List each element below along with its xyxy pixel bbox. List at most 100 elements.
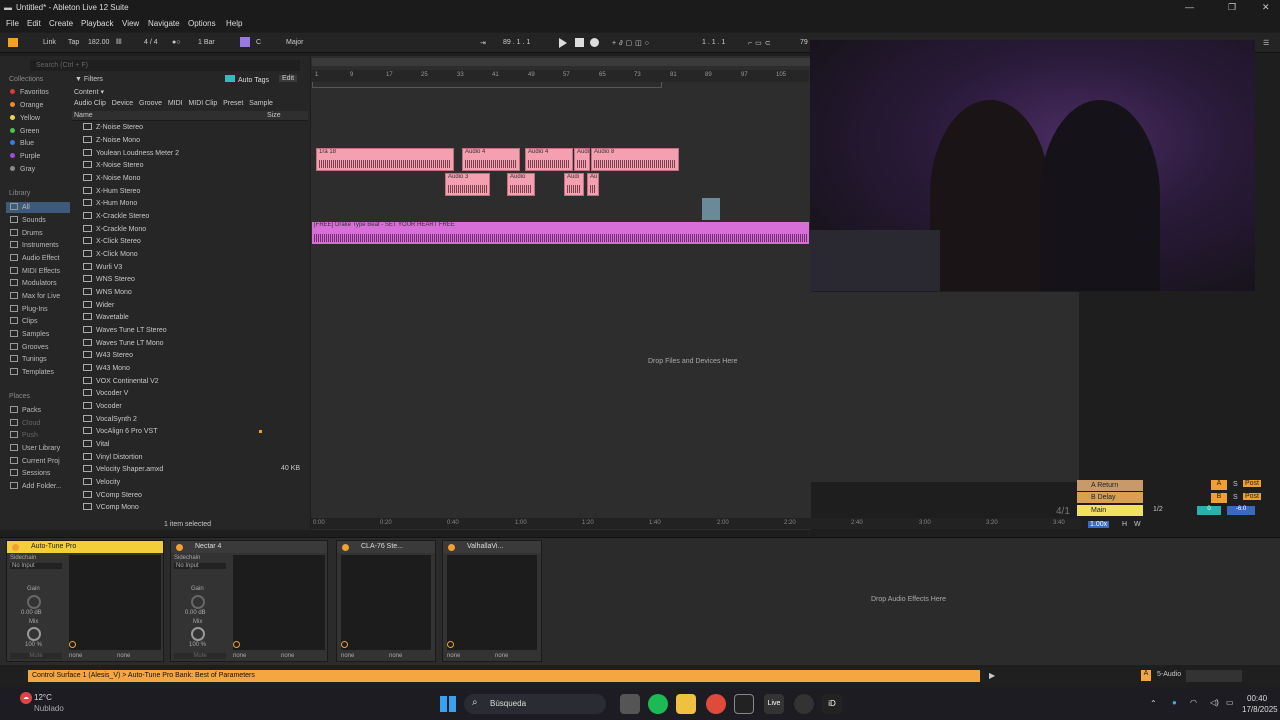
return-a[interactable]: A Return bbox=[1077, 480, 1143, 491]
list-item[interactable]: X-Noise Stereo bbox=[83, 161, 143, 169]
collection-purple[interactable]: Purple bbox=[10, 153, 40, 160]
device-title-bar[interactable]: ValhallaVi... bbox=[443, 541, 541, 553]
mix-value[interactable]: 100 % bbox=[189, 642, 206, 648]
arrangement-view[interactable] bbox=[311, 56, 811, 530]
library-instruments[interactable]: Instruments bbox=[10, 241, 59, 249]
place-add-folder[interactable]: Add Folder... bbox=[10, 482, 62, 490]
tab-midi-clip[interactable]: MIDI Clip bbox=[188, 100, 217, 107]
gain-knob-icon[interactable] bbox=[27, 595, 41, 609]
collection-orange[interactable]: Orange bbox=[10, 102, 43, 109]
edit-button[interactable]: Edit bbox=[279, 75, 298, 82]
device-title-bar[interactable]: CLA-76 Ste... bbox=[337, 541, 435, 553]
file-explorer-icon[interactable] bbox=[676, 694, 696, 714]
search-input[interactable]: Search (Ctrl + F) bbox=[30, 60, 300, 71]
power-icon[interactable] bbox=[342, 544, 349, 551]
place-sessions[interactable]: Sessions bbox=[10, 469, 50, 477]
id-app-icon[interactable]: iD bbox=[822, 694, 842, 714]
device-autotune[interactable]: Auto-Tune Pro Sidechain No Input Gain 0.… bbox=[6, 540, 164, 662]
macro-icon[interactable] bbox=[341, 641, 348, 648]
library-sounds[interactable]: Sounds bbox=[10, 216, 46, 224]
weather-icon[interactable]: ☁ bbox=[20, 692, 32, 704]
menu-navigate[interactable]: Navigate bbox=[148, 19, 180, 28]
power-icon[interactable] bbox=[448, 544, 455, 551]
power-icon[interactable] bbox=[12, 544, 19, 551]
library-audio-effect[interactable]: Audio Effect bbox=[10, 254, 60, 262]
library-all[interactable]: All bbox=[10, 203, 30, 211]
tab-audio-clip[interactable]: Audio Clip bbox=[74, 100, 106, 107]
taskbar-search-input[interactable]: ⌕ Búsqueda bbox=[464, 694, 606, 714]
device-cla76[interactable]: CLA-76 Ste... none none bbox=[336, 540, 436, 662]
collection-green[interactable]: Green bbox=[10, 128, 39, 135]
play-icon[interactable] bbox=[559, 38, 567, 48]
audio-clip[interactable]: Audio 4 bbox=[525, 148, 573, 171]
device-nectar[interactable]: Nectar 4 Sidechain No Input Gain 0.00 dB… bbox=[170, 540, 328, 662]
place-cloud[interactable]: Cloud bbox=[10, 419, 40, 427]
zoom-value[interactable]: 1.00x bbox=[1088, 521, 1110, 528]
library-clips[interactable]: Clips bbox=[10, 317, 38, 325]
clock-time[interactable]: 00:40 bbox=[1247, 694, 1267, 703]
list-item[interactable]: X-Click Stereo bbox=[83, 237, 141, 245]
metronome-icon[interactable]: ‖‖ bbox=[116, 39, 122, 46]
macro-icon[interactable] bbox=[69, 641, 76, 648]
tab-sample[interactable]: Sample bbox=[249, 100, 273, 107]
selection-region[interactable] bbox=[702, 198, 720, 220]
menu-view[interactable]: View bbox=[122, 19, 139, 28]
audio-clip[interactable]: Au bbox=[587, 173, 599, 196]
sidechain-input-select[interactable]: No Input bbox=[174, 563, 226, 569]
scale-select[interactable]: Major bbox=[286, 39, 304, 46]
solo-a-button[interactable]: S bbox=[1233, 481, 1238, 488]
audio-clip-drake[interactable]: [FREE] Drake Type Beat - SET YOUR HEART … bbox=[312, 222, 809, 244]
list-item[interactable]: X-Crackle Mono bbox=[83, 225, 146, 233]
place-packs[interactable]: Packs bbox=[10, 406, 41, 414]
wifi-icon[interactable]: ◠ bbox=[1190, 698, 1197, 707]
audio-clip[interactable]: Audio 3 bbox=[445, 173, 490, 196]
list-item[interactable]: Vocoder bbox=[83, 402, 122, 410]
chain-select-2[interactable]: none bbox=[117, 653, 130, 659]
list-item[interactable]: Wavetable bbox=[83, 313, 129, 321]
main-ratio[interactable]: 1/2 bbox=[1153, 506, 1163, 513]
macro-icon[interactable] bbox=[447, 641, 454, 648]
list-item[interactable]: Vital bbox=[83, 440, 110, 448]
return-b-letter[interactable]: B bbox=[1211, 493, 1227, 503]
loop-start-field[interactable]: 1 . 1 . 1 bbox=[702, 39, 725, 46]
mix-value[interactable]: 100 % bbox=[25, 642, 42, 648]
collection-gray[interactable]: Gray bbox=[10, 166, 35, 173]
menu-file[interactable]: File bbox=[6, 19, 19, 28]
loop-brace[interactable] bbox=[312, 82, 662, 88]
maximize-button[interactable]: ❐ bbox=[1228, 2, 1236, 13]
library-plugins[interactable]: Plug-Ins bbox=[10, 305, 48, 313]
mute-button[interactable]: Mute bbox=[174, 653, 226, 659]
list-item[interactable]: X-Hum Stereo bbox=[83, 187, 140, 195]
list-item[interactable]: VOX Continental V2 bbox=[83, 377, 159, 385]
menu-edit[interactable]: Edit bbox=[27, 19, 41, 28]
main-value[interactable]: 0 bbox=[1197, 506, 1221, 515]
tab-groove[interactable]: Groove bbox=[139, 100, 162, 107]
chain-select-2[interactable]: none bbox=[281, 653, 294, 659]
audio-clip[interactable]: Audi bbox=[574, 148, 590, 171]
library-samples[interactable]: Samples bbox=[10, 330, 49, 338]
mic-icon[interactable]: ● bbox=[1172, 698, 1177, 707]
meter-field[interactable]: 4 / 4 bbox=[144, 39, 158, 46]
audio-clip[interactable]: Audio bbox=[507, 173, 535, 196]
menu-help[interactable]: Help bbox=[226, 19, 242, 28]
main-track[interactable]: Main bbox=[1077, 505, 1143, 516]
volume-icon[interactable]: ◁) bbox=[1210, 698, 1219, 707]
audio-clip[interactable]: 1ra 18 bbox=[316, 148, 454, 171]
main-db[interactable]: -6.0 bbox=[1227, 506, 1255, 515]
list-item[interactable]: VocalSynth 2 bbox=[83, 415, 137, 423]
list-item[interactable]: W43 Mono bbox=[83, 364, 130, 372]
quantize-select[interactable]: 1 Bar bbox=[198, 39, 215, 46]
chain-select-1[interactable]: none bbox=[447, 653, 460, 659]
arrangement-view-lower[interactable] bbox=[809, 292, 1079, 482]
list-item[interactable]: Vocoder V bbox=[83, 389, 128, 397]
time-ruler[interactable]: 0:00 0:20 0:40 1:00 1:20 1:40 2:00 2:20 … bbox=[311, 518, 1081, 529]
tray-chevron-icon[interactable]: ⌃ bbox=[1150, 699, 1157, 708]
arrangement-position[interactable]: 89 . 1 . 1 bbox=[503, 39, 530, 46]
list-item[interactable]: Wider bbox=[83, 301, 114, 309]
list-item[interactable]: Wurli V3 bbox=[83, 263, 122, 271]
tab-device[interactable]: Device bbox=[112, 100, 133, 107]
steam-icon[interactable] bbox=[794, 694, 814, 714]
collection-favoritos[interactable]: Favoritos bbox=[10, 89, 49, 96]
weather-temp[interactable]: 12°C bbox=[34, 693, 52, 702]
play-status-icon[interactable]: ▶ bbox=[989, 671, 995, 680]
